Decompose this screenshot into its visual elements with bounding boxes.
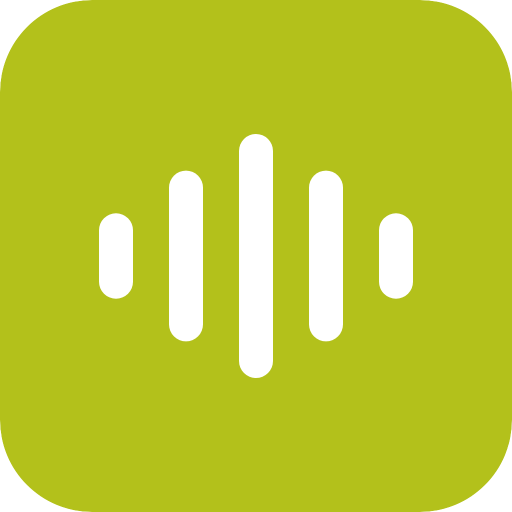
waveform-bar	[99, 213, 133, 299]
app-icon[interactable]	[0, 0, 512, 512]
waveform-bar	[379, 213, 413, 299]
waveform-bar	[309, 170, 343, 342]
waveform-bar	[169, 170, 203, 342]
waveform-bar	[239, 134, 273, 378]
sound-wave-icon	[0, 0, 512, 512]
